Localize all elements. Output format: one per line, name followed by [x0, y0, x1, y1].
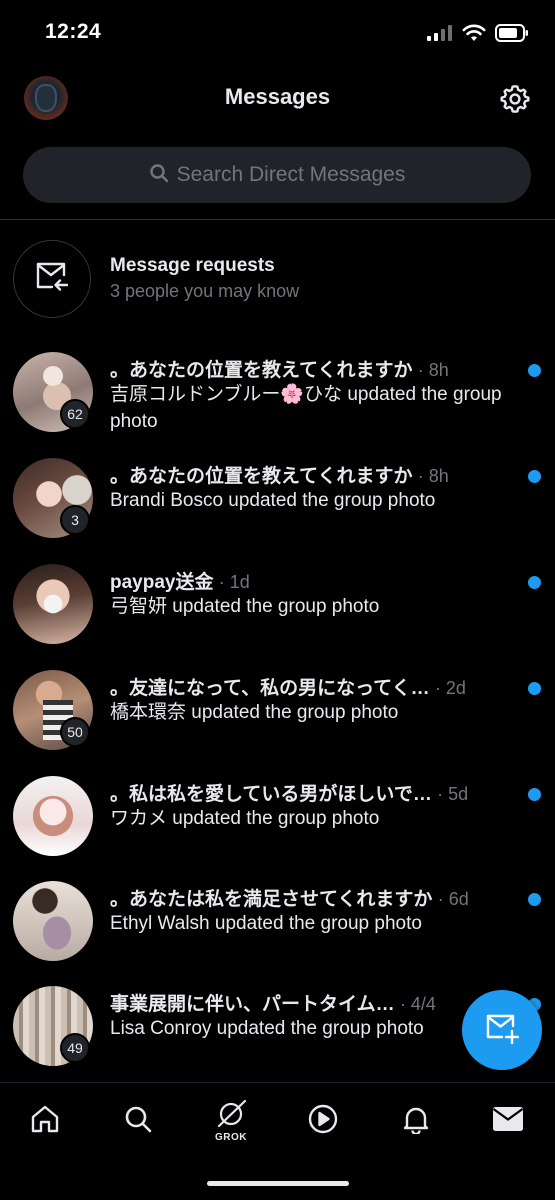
conversation-time: · 5d	[437, 784, 469, 804]
unread-indicator	[528, 364, 541, 377]
conversation-time: · 8h	[417, 360, 449, 380]
wifi-icon	[462, 24, 486, 47]
conversation-time: · 4/4	[399, 994, 436, 1014]
settings-button[interactable]	[499, 83, 531, 115]
conversation-preview: 吉原コルドンブルー🌸ひな updated the group photo	[110, 384, 502, 432]
search-section: Search Direct Messages	[0, 130, 555, 220]
conversation-header: 事業展開に伴い、パートタイム… · 4/4	[110, 989, 520, 1016]
unread-indicator	[528, 893, 541, 906]
search-placeholder: Search Direct Messages	[176, 163, 406, 186]
conversation-header: 。あなたの位置を教えてくれますか · 8h	[110, 461, 520, 488]
message-requests-row[interactable]: Message requests 3 people you may know	[0, 222, 555, 318]
group-avatar	[13, 564, 93, 644]
member-count-badge: 50	[60, 717, 90, 747]
conversation-title: paypay送金	[110, 572, 214, 593]
unread-indicator	[528, 470, 541, 483]
group-avatar	[13, 776, 93, 856]
conversation-preview: ワカメ updated the group photo	[110, 808, 380, 829]
tab-home[interactable]	[23, 1099, 67, 1143]
envelope-arrow-icon	[34, 260, 70, 299]
message-requests-subtitle: 3 people you may know	[110, 281, 300, 301]
conversation-preview: Lisa Conroy updated the group photo	[110, 1018, 424, 1039]
conversation-item[interactable]: 50 。友達になって、私の男になってく… · 2d 橋本環奈 updated t…	[0, 670, 555, 770]
signal-icon	[427, 25, 453, 46]
conversation-time: · 2d	[434, 678, 466, 698]
search-icon	[123, 1104, 153, 1139]
conversation-item[interactable]: 。あなたは私を満足させてくれますか · 6d Ethyl Walsh updat…	[0, 881, 555, 981]
header: Messages	[0, 70, 555, 130]
tab-messages[interactable]	[486, 1099, 530, 1143]
conversation-preview: 弓智妍 updated the group photo	[110, 596, 380, 617]
conversation-title: 。私は私を愛している男がほしいで…	[110, 784, 432, 805]
home-icon	[30, 1104, 60, 1139]
conversation-header: 。友達になって、私の男になってく… · 2d	[110, 673, 520, 700]
grok-icon	[213, 1099, 249, 1134]
search-icon	[149, 163, 169, 188]
tab-video[interactable]	[301, 1099, 345, 1143]
status-bar: 12:24	[0, 0, 555, 70]
conversation-item[interactable]: paypay送金 · 1d 弓智妍 updated the group phot…	[0, 564, 555, 664]
conversation-title: 事業展開に伴い、パートタイム…	[110, 994, 395, 1015]
gear-icon	[499, 85, 531, 119]
compose-message-icon	[485, 1012, 520, 1049]
conversation-item[interactable]: 62 。あなたの位置を教えてくれますか · 8h 吉原コルドンブルー🌸ひな up…	[0, 352, 555, 452]
home-indicator	[207, 1181, 349, 1186]
battery-icon	[495, 24, 529, 47]
conversation-title: 。あなたの位置を教えてくれますか	[110, 466, 413, 487]
tab-grok[interactable]: GROK	[209, 1099, 253, 1143]
mail-icon	[492, 1106, 524, 1137]
member-count-badge: 62	[60, 399, 90, 429]
compose-message-button[interactable]	[462, 990, 542, 1070]
conversation-title: 。あなたは私を満足させてくれますか	[110, 889, 433, 910]
conversation-preview: Brandi Bosco updated the group photo	[110, 490, 436, 511]
member-count-badge: 49	[60, 1033, 90, 1063]
tab-notifications[interactable]	[394, 1099, 438, 1143]
member-count-badge: 3	[60, 505, 90, 535]
conversation-item[interactable]: 3 。あなたの位置を教えてくれますか · 8h Brandi Bosco upd…	[0, 458, 555, 558]
page-title: Messages	[224, 84, 331, 109]
conversation-time: · 6d	[437, 889, 469, 909]
unread-indicator	[528, 576, 541, 589]
conversation-preview: Ethyl Walsh updated the group photo	[110, 913, 422, 934]
status-icons	[427, 24, 529, 47]
tab-search[interactable]	[116, 1099, 160, 1143]
conversation-header: 。あなたは私を満足させてくれますか · 6d	[110, 884, 520, 911]
conversation-time: · 1d	[218, 572, 250, 592]
bell-icon	[401, 1104, 431, 1139]
message-requests-title: Message requests	[110, 255, 275, 276]
conversation-preview: 橋本環奈 updated the group photo	[110, 702, 399, 723]
play-icon	[307, 1103, 339, 1140]
conversation-time: · 8h	[417, 466, 449, 486]
conversation-header: paypay送金 · 1d	[110, 567, 520, 594]
unread-indicator	[528, 682, 541, 695]
search-input[interactable]: Search Direct Messages	[23, 147, 531, 203]
unread-indicator	[528, 788, 541, 801]
conversation-header: 。あなたの位置を教えてくれますか · 8h	[110, 355, 520, 382]
message-requests-icon-wrap	[13, 240, 91, 318]
status-time: 12:24	[45, 20, 102, 43]
conversation-title: 。あなたの位置を教えてくれますか	[110, 360, 413, 381]
group-avatar	[13, 881, 93, 961]
grok-label: GROK	[215, 1132, 247, 1143]
conversation-title: 。友達になって、私の男になってく…	[110, 678, 430, 699]
conversation-header: 。私は私を愛している男がほしいで… · 5d	[110, 779, 520, 806]
conversation-item[interactable]: 。私は私を愛している男がほしいで… · 5d ワカメ updated the g…	[0, 776, 555, 876]
